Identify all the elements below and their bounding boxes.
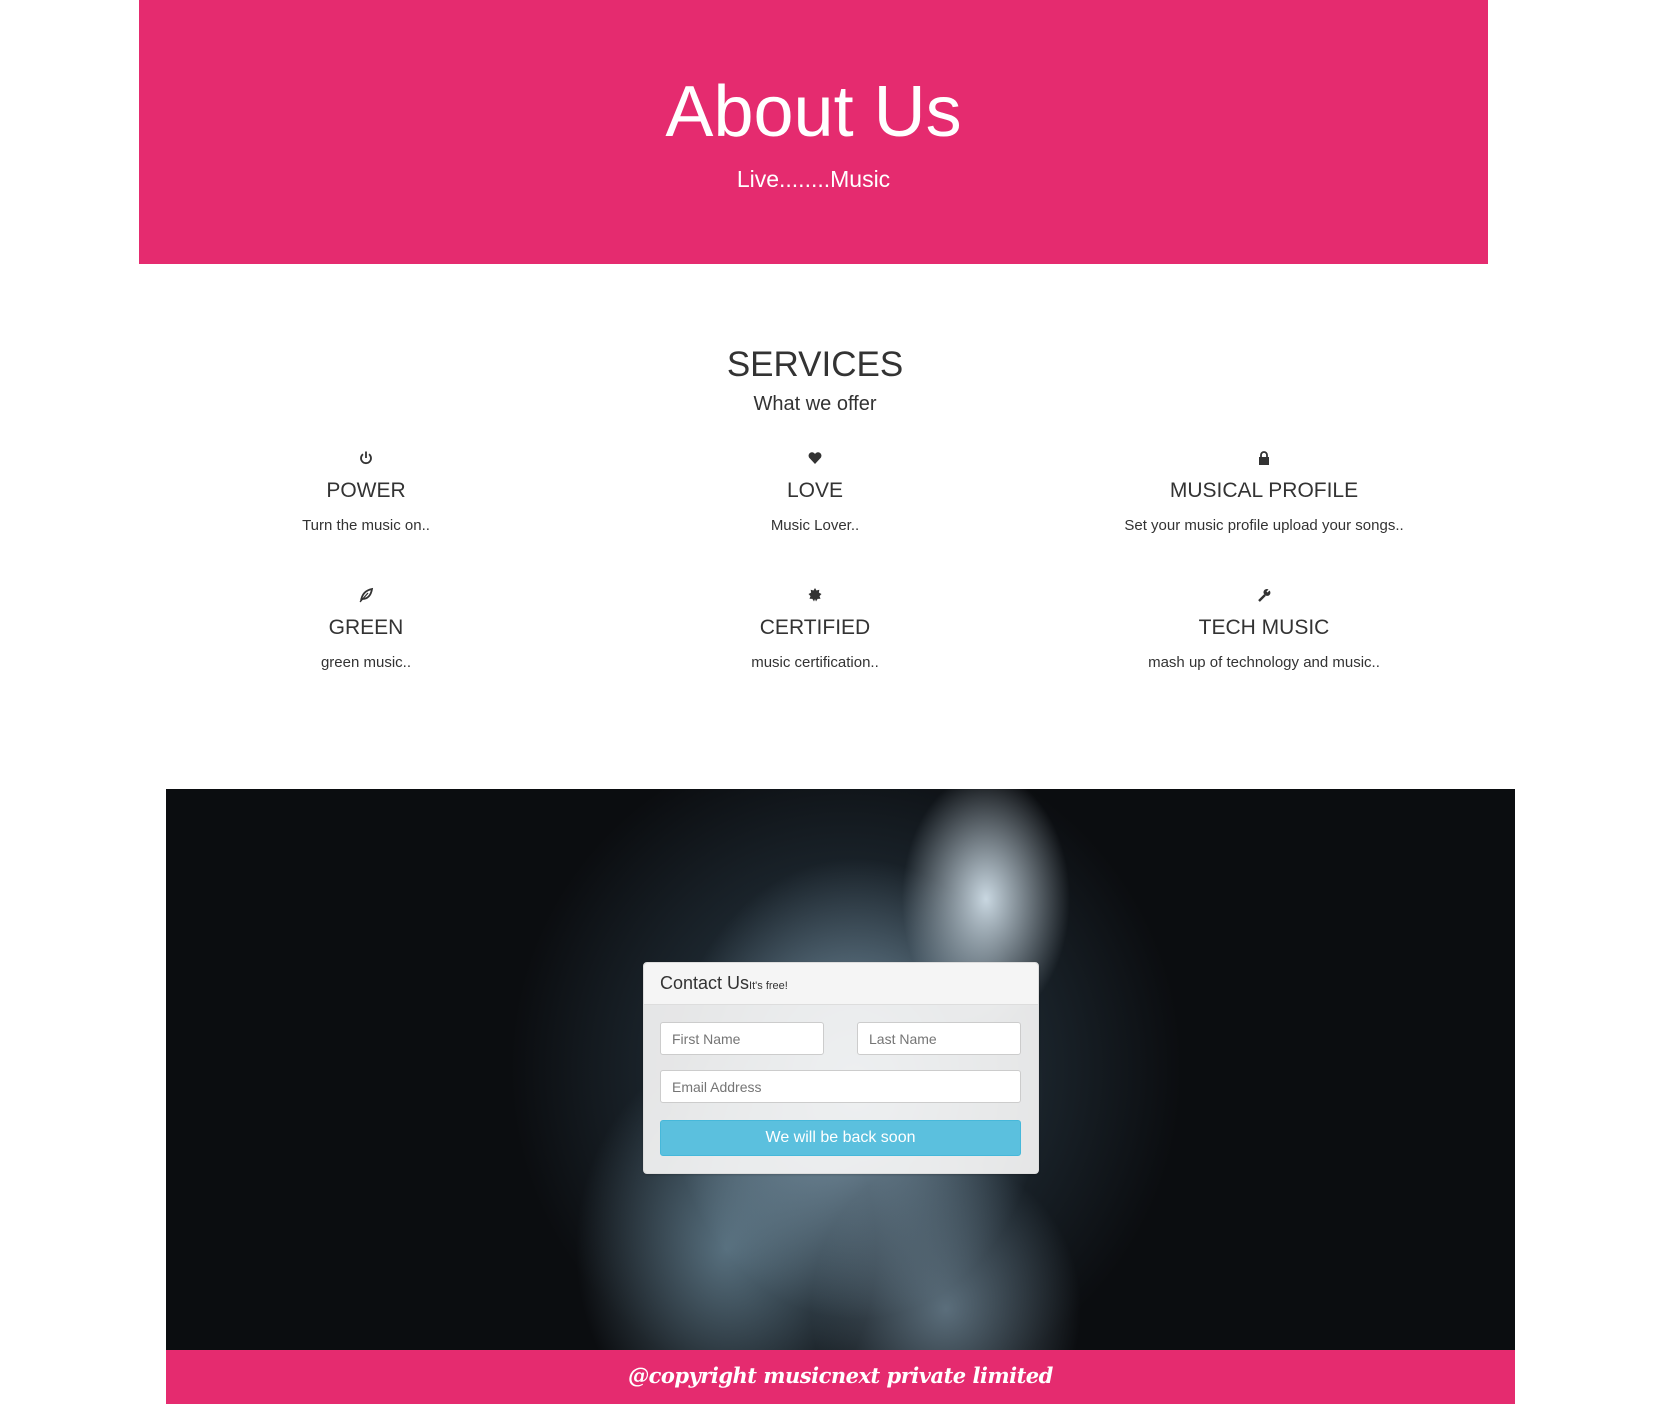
service-desc: music certification.. — [751, 654, 879, 671]
service-desc: Set your music profile upload your songs… — [1124, 517, 1404, 534]
service-title: TECH MUSIC — [1198, 616, 1330, 639]
service-title: GREEN — [328, 616, 404, 639]
contact-panel-header: Contact UsIt's free! — [644, 963, 1038, 1005]
email-input[interactable] — [660, 1070, 1021, 1103]
service-tech-music: TECH MUSIC mash up of technology and mus… — [1054, 586, 1474, 671]
service-power: POWER Turn the music on.. — [156, 449, 576, 534]
service-love: LOVE Music Lover.. — [605, 449, 1025, 534]
services-title: SERVICES — [726, 345, 904, 384]
power-icon — [156, 449, 576, 467]
service-certified: CERTIFIED music certification.. — [605, 586, 1025, 671]
service-green: GREEN green music.. — [156, 586, 576, 671]
contact-title: Contact Us — [660, 973, 750, 993]
service-desc: green music.. — [320, 654, 412, 671]
service-musical-profile: MUSICAL PROFILE Set your music profile u… — [1054, 449, 1474, 534]
service-desc: mash up of technology and music.. — [1148, 654, 1380, 671]
service-desc: Music Lover.. — [770, 517, 860, 534]
contact-panel: Contact UsIt's free! We will be back soo… — [643, 962, 1039, 1174]
service-title: POWER — [326, 479, 406, 502]
service-desc: Turn the music on.. — [302, 517, 430, 534]
leaf-icon — [156, 586, 576, 604]
service-title: CERTIFIED — [759, 616, 871, 639]
certificate-icon — [605, 586, 1025, 604]
wrench-icon — [1054, 586, 1474, 604]
contact-section-background: Contact UsIt's free! We will be back soo… — [166, 789, 1515, 1350]
service-title: MUSICAL PROFILE — [1169, 479, 1359, 502]
lock-icon — [1054, 449, 1474, 467]
services-subtitle: What we offer — [753, 393, 877, 415]
heart-icon — [605, 449, 1025, 467]
service-title: LOVE — [786, 479, 844, 502]
last-name-input[interactable] — [857, 1022, 1021, 1055]
hero-banner: About Us Live........Music — [139, 0, 1488, 264]
page-subtitle: Live........Music — [736, 166, 891, 192]
footer-copyright: @copyright musicnext private limited — [166, 1350, 1515, 1404]
first-name-input[interactable] — [660, 1022, 824, 1055]
submit-button[interactable]: We will be back soon — [660, 1120, 1021, 1156]
page-title: About Us — [665, 72, 962, 152]
contact-tagline: It's free! — [749, 980, 788, 992]
